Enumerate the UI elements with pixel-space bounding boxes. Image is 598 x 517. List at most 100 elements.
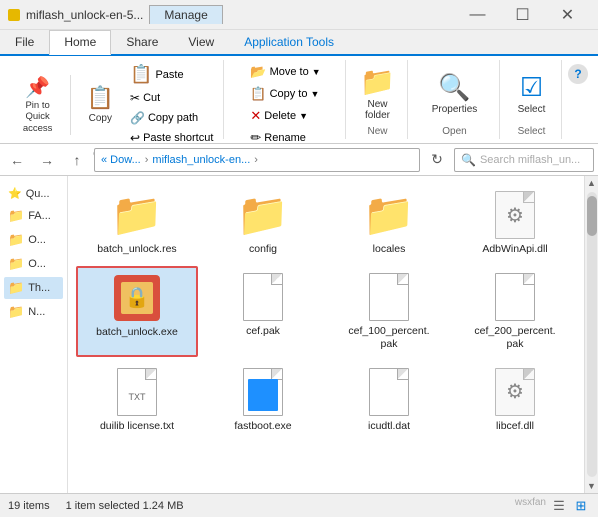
copy-path-icon: 🔗 bbox=[130, 111, 145, 125]
tab-share[interactable]: Share bbox=[111, 30, 173, 54]
select-button[interactable]: ☑ Select bbox=[512, 69, 552, 118]
file-item-adbwinapi[interactable]: ⚙ AdbWinApi.dll bbox=[454, 184, 576, 262]
delete-label: Delete bbox=[264, 110, 296, 122]
copy-icon: 📋 bbox=[87, 85, 114, 111]
path-separator-1: › bbox=[145, 154, 149, 166]
address-path[interactable]: « Dow... › miflash_unlock-en... › bbox=[94, 148, 420, 172]
delete-button[interactable]: ✕ Delete ▼ bbox=[246, 106, 324, 126]
close-button[interactable]: ✕ bbox=[545, 0, 590, 30]
exe-icon: 🔒 bbox=[114, 275, 160, 321]
file-name-cef-100: cef_100_percent.pak bbox=[348, 325, 429, 352]
scroll-up-button[interactable]: ▲ bbox=[585, 176, 598, 190]
main-area: ⭐ Qu... 📁 FA... 📁 O... 📁 O... 📁 Th... 📁 … bbox=[0, 176, 598, 493]
file-item-libcef[interactable]: ⚙ libcef.dll bbox=[454, 361, 576, 439]
path-segment-down[interactable]: « Dow... bbox=[101, 154, 141, 166]
select-content: ☑ Select bbox=[512, 62, 552, 124]
delete-icon: ✕ bbox=[250, 108, 261, 124]
sidebar-fa-label: FA... bbox=[28, 210, 51, 222]
sidebar-item-n[interactable]: 📁 N... bbox=[4, 301, 63, 323]
search-box[interactable]: 🔍 Search miflash_un... bbox=[454, 148, 594, 172]
clipboard-content: 📌 Pin to Quickaccess 📋 Copy 📋 Paste ✂ Cu… bbox=[12, 62, 218, 147]
select-group-label: Select bbox=[518, 126, 546, 137]
new-content: 📁 New folder bbox=[354, 62, 401, 124]
file-item-icudtl[interactable]: icudtl.dat bbox=[328, 361, 450, 439]
scroll-track[interactable] bbox=[587, 192, 597, 477]
copy-path-button[interactable]: 🔗 Copy path bbox=[126, 109, 217, 127]
sidebar-o2-label: O... bbox=[28, 258, 46, 270]
scroll-down-button[interactable]: ▼ bbox=[585, 479, 598, 493]
paste-button[interactable]: 📋 Paste bbox=[126, 62, 217, 87]
file-item-batch-unlock-exe[interactable]: 🔒 batch_unlock.exe bbox=[76, 266, 198, 357]
generic-icon-wrapper-icudtl bbox=[363, 366, 415, 418]
back-button[interactable]: ← bbox=[4, 147, 30, 173]
tab-view[interactable]: View bbox=[173, 30, 229, 54]
sidebar-item-quick[interactable]: ⭐ Qu... bbox=[4, 184, 63, 203]
file-item-fastboot[interactable]: fastboot.exe bbox=[202, 361, 324, 439]
file-name-adbwinapi: AdbWinApi.dll bbox=[482, 243, 547, 257]
file-item-cef-200[interactable]: cef_200_percent.pak bbox=[454, 266, 576, 357]
dll-gear-icon: ⚙ bbox=[506, 203, 524, 228]
exe-icon-wrapper: 🔒 bbox=[111, 272, 163, 324]
new-folder-button[interactable]: 📁 New folder bbox=[354, 62, 401, 124]
copy-path-label: Copy path bbox=[148, 112, 198, 124]
title-icons bbox=[8, 9, 20, 21]
pin-to-quick-access-button[interactable]: 📌 Pin to Quickaccess bbox=[12, 73, 64, 136]
delete-arrow: ▼ bbox=[299, 111, 308, 121]
help-button[interactable]: ? bbox=[568, 64, 588, 84]
title-folder-icon bbox=[8, 9, 20, 21]
copy-to-button[interactable]: 📋 Copy to ▼ bbox=[246, 84, 324, 104]
file-item-batch-unlock-res[interactable]: 📁 batch_unlock.res bbox=[76, 184, 198, 262]
list-view-button[interactable]: ☰ bbox=[550, 497, 568, 515]
folder-icon-wrapper-locales: 📁 bbox=[363, 189, 415, 241]
properties-icon: 🔍 bbox=[438, 72, 470, 103]
copy-button[interactable]: 📋 Copy bbox=[77, 81, 124, 127]
sidebar-item-th[interactable]: 📁 Th... bbox=[4, 277, 63, 299]
tab-application-tools[interactable]: Application Tools bbox=[229, 30, 349, 54]
search-placeholder: Search miflash_un... bbox=[480, 154, 580, 166]
generic-icon-wrapper-cef100 bbox=[363, 271, 415, 323]
cut-button[interactable]: ✂ Cut bbox=[126, 89, 217, 107]
file-item-duilib-license[interactable]: TXT duilib license.txt bbox=[76, 361, 198, 439]
file-item-locales[interactable]: 📁 locales bbox=[328, 184, 450, 262]
refresh-button[interactable]: ↻ bbox=[424, 147, 450, 173]
txt-icon: TXT bbox=[117, 368, 157, 416]
maximize-button[interactable]: ☐ bbox=[500, 0, 545, 30]
forward-button[interactable]: → bbox=[34, 147, 60, 173]
rename-button[interactable]: ✏ Rename bbox=[246, 128, 324, 148]
sidebar-item-o1[interactable]: 📁 O... bbox=[4, 229, 63, 251]
fastboot-icon bbox=[243, 368, 283, 416]
move-to-button[interactable]: 📂 Move to ▼ bbox=[246, 62, 324, 82]
scroll-thumb[interactable] bbox=[587, 196, 597, 236]
move-to-arrow: ▼ bbox=[312, 67, 321, 77]
file-item-cef-100[interactable]: cef_100_percent.pak bbox=[328, 266, 450, 357]
icon-view-button[interactable]: ⊞ bbox=[572, 497, 590, 515]
config-folder-icon: 📁 bbox=[237, 194, 289, 236]
dll-icon-wrapper-adbwinapi: ⚙ bbox=[489, 189, 541, 241]
properties-button[interactable]: 🔍 Properties bbox=[426, 69, 484, 118]
path-separator-2: › bbox=[254, 154, 258, 166]
file-item-config[interactable]: 📁 config bbox=[202, 184, 324, 262]
new-folder-icon: 📁 bbox=[360, 65, 395, 98]
file-item-cef-pak[interactable]: cef.pak bbox=[202, 266, 324, 357]
cut-icon: ✂ bbox=[130, 91, 140, 105]
path-segment-miflash[interactable]: miflash_unlock-en... bbox=[152, 154, 250, 166]
tab-file[interactable]: File bbox=[0, 30, 49, 54]
minimize-button[interactable]: — bbox=[455, 0, 500, 30]
paste-shortcut-button[interactable]: ↩ Paste shortcut bbox=[126, 129, 217, 147]
fa-folder-icon: 📁 bbox=[8, 208, 24, 224]
manage-tab[interactable]: Manage bbox=[149, 5, 222, 24]
new-folder-label: New folder bbox=[365, 99, 390, 121]
sidebar-item-fa[interactable]: 📁 FA... bbox=[4, 205, 63, 227]
sidebar-item-o2[interactable]: 📁 O... bbox=[4, 253, 63, 275]
tab-home[interactable]: Home bbox=[49, 30, 111, 55]
pin-icon: 📌 bbox=[25, 75, 50, 100]
move-to-icon: 📂 bbox=[250, 64, 266, 80]
rename-label: Rename bbox=[264, 132, 306, 144]
rename-icon: ✏ bbox=[250, 130, 261, 146]
ribbon-group-new: 📁 New folder New bbox=[348, 60, 408, 139]
folder-icon: 📁 bbox=[111, 194, 163, 236]
txt-icon-wrapper: TXT bbox=[111, 366, 163, 418]
fastboot-icon-wrapper bbox=[237, 366, 289, 418]
up-button[interactable]: ↑ bbox=[64, 147, 90, 173]
search-icon: 🔍 bbox=[461, 153, 476, 167]
